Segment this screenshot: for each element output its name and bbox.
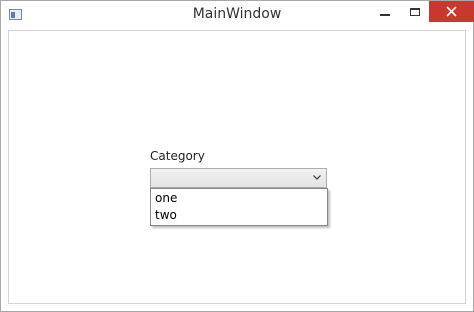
dropdown-option-one[interactable]: one (151, 190, 327, 207)
dropdown-option-two[interactable]: two (151, 207, 327, 224)
title-bar[interactable]: MainWindow (1, 1, 474, 31)
client-area (8, 30, 466, 304)
category-combobox[interactable] (150, 168, 327, 188)
chevron-down-icon[interactable] (313, 175, 321, 180)
category-dropdown-list: one two (150, 188, 328, 226)
close-icon (446, 6, 457, 17)
category-label: Category (150, 149, 205, 163)
maximize-button[interactable] (401, 1, 431, 23)
close-button[interactable] (429, 1, 474, 22)
minimize-button[interactable] (371, 1, 401, 23)
main-window: MainWindow Category one two (0, 0, 474, 312)
